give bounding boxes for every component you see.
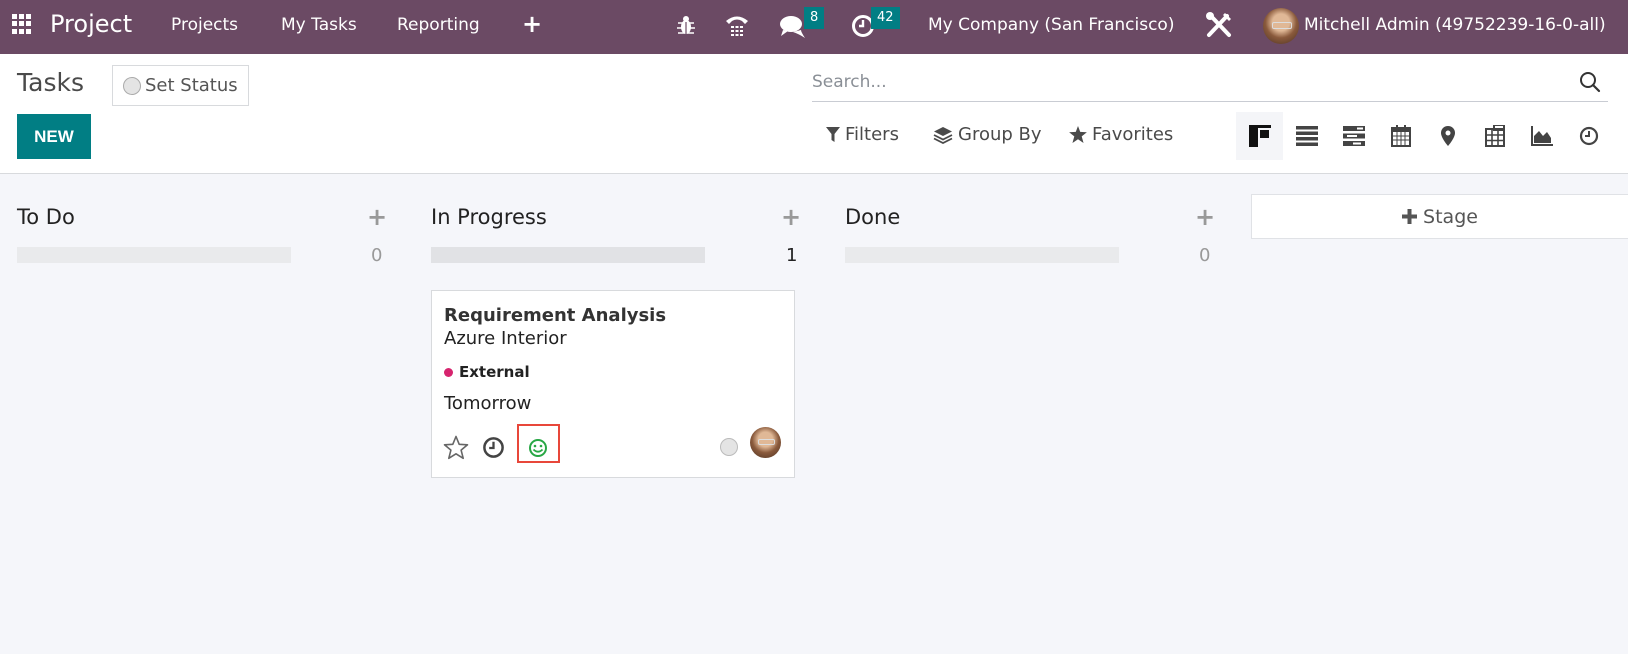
view-calendar-button[interactable]: [1377, 112, 1424, 160]
filters-button[interactable]: Filters: [826, 124, 899, 145]
user-avatar[interactable]: [1263, 8, 1299, 44]
search-input[interactable]: [812, 71, 1578, 92]
kanban-board: To Do + 0 In Progress + 1 Done + 0 Requi…: [0, 175, 1628, 654]
filter-icon: [826, 126, 840, 142]
layers-icon: [933, 126, 953, 144]
task-card[interactable]: Requirement Analysis Azure Interior Exte…: [431, 290, 795, 478]
chat-icon[interactable]: [779, 14, 807, 40]
filters-label: Filters: [845, 124, 899, 145]
kanban-state-circle[interactable]: [720, 438, 738, 456]
column-count: 1: [786, 245, 798, 266]
assignee-avatar[interactable]: [750, 427, 781, 458]
add-stage-label: Stage: [1423, 205, 1478, 228]
page-title: Tasks: [17, 68, 84, 97]
column-title[interactable]: In Progress: [431, 205, 547, 229]
calendar-icon: [1390, 125, 1411, 147]
phone-icon[interactable]: [724, 12, 750, 38]
column-title[interactable]: To Do: [17, 205, 75, 229]
list-icon: [1295, 126, 1318, 146]
menu-my-tasks[interactable]: My Tasks: [281, 15, 357, 35]
task-partner: Azure Interior: [444, 328, 567, 349]
task-deadline: Tomorrow: [444, 393, 532, 414]
view-pivot-button[interactable]: [1471, 112, 1518, 160]
column-progress-bar[interactable]: [17, 247, 291, 263]
favorites-label: Favorites: [1092, 124, 1174, 145]
search-bar: [812, 62, 1608, 102]
smile-icon[interactable]: [528, 438, 548, 458]
plus-icon: [1402, 209, 1418, 224]
set-status-label: Set Status: [145, 75, 238, 96]
view-graph-button[interactable]: [1518, 112, 1565, 160]
tools-icon[interactable]: [1205, 11, 1233, 39]
menu-reporting[interactable]: Reporting: [397, 15, 480, 35]
view-switcher: [1236, 112, 1612, 160]
view-gantt-button[interactable]: [1330, 112, 1377, 160]
status-circle-icon: [123, 76, 141, 95]
tag-color-dot: [444, 367, 453, 377]
favorites-button[interactable]: Favorites: [1069, 124, 1173, 145]
control-panel: Tasks Set Status NEW Filters Group By Fa…: [0, 54, 1628, 174]
view-map-button[interactable]: [1424, 112, 1471, 160]
activities-count-badge: 42: [871, 7, 900, 29]
area-chart-icon: [1530, 126, 1553, 146]
user-menu[interactable]: Mitchell Admin (49752239-16-0-all): [1304, 15, 1606, 35]
company-switcher[interactable]: My Company (San Francisco): [928, 15, 1174, 35]
quick-create-plus-icon[interactable]: +: [522, 10, 542, 38]
app-brand[interactable]: Project: [50, 10, 132, 38]
view-kanban-button[interactable]: [1236, 112, 1283, 160]
new-button[interactable]: NEW: [17, 114, 91, 159]
column-quick-add-plus-icon[interactable]: +: [1195, 203, 1215, 231]
column-count: 0: [1199, 245, 1211, 266]
view-activity-button[interactable]: [1565, 112, 1612, 160]
task-title: Requirement Analysis: [444, 305, 667, 326]
column-progress-bar[interactable]: [845, 247, 1119, 263]
search-icon[interactable]: [1578, 70, 1602, 94]
kanban-icon: [1248, 125, 1271, 147]
activity-clock-icon: [1579, 126, 1598, 146]
column-title[interactable]: Done: [845, 205, 900, 229]
add-stage-button[interactable]: Stage: [1251, 194, 1628, 239]
activity-clock-icon[interactable]: [482, 436, 505, 459]
group-by-label: Group By: [958, 124, 1042, 145]
tag-label: External: [459, 363, 530, 381]
top-navbar: Project Projects My Tasks Reporting + 8 …: [0, 0, 1628, 54]
group-by-button[interactable]: Group By: [933, 124, 1042, 145]
bug-icon[interactable]: [676, 14, 696, 36]
apps-menu-icon[interactable]: [12, 14, 32, 34]
column-quick-add-plus-icon[interactable]: +: [367, 203, 387, 231]
map-pin-icon: [1440, 126, 1455, 146]
messages-count-badge: 8: [804, 7, 825, 29]
gantt-icon: [1342, 126, 1365, 146]
star-icon: [1069, 126, 1087, 143]
view-list-button[interactable]: [1283, 112, 1330, 160]
task-tag: External: [444, 363, 530, 381]
priority-star-icon[interactable]: [443, 435, 469, 460]
menu-projects[interactable]: Projects: [171, 15, 238, 35]
set-status-button[interactable]: Set Status: [112, 65, 249, 106]
column-count: 0: [371, 245, 383, 266]
pivot-table-icon: [1484, 125, 1505, 147]
column-quick-add-plus-icon[interactable]: +: [781, 203, 801, 231]
column-progress-bar[interactable]: [431, 247, 705, 263]
